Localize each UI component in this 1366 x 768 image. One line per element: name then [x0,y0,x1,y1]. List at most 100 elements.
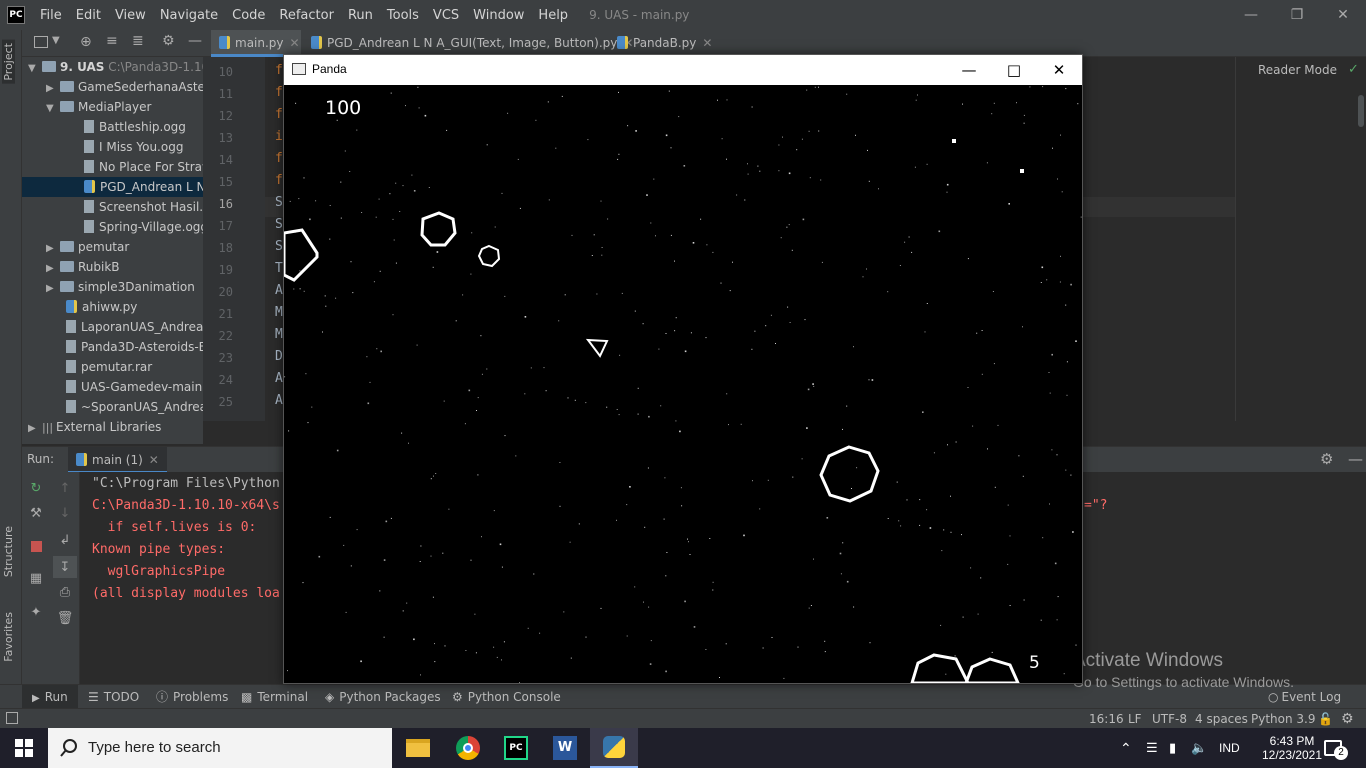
favorites-tool-tab[interactable]: Favorites [2,612,15,662]
menu-code[interactable]: Code [225,8,272,23]
hide-icon[interactable]: — [1348,450,1363,468]
locate-icon[interactable]: ⊕ [80,34,92,50]
problems-tool-button[interactable]: ⓘ Problems [156,685,228,709]
tree-item[interactable]: Battleship.ogg [22,117,203,137]
minimize-button[interactable]: — [1228,0,1274,30]
tree-item[interactable]: Spring-Village.ogg [22,217,203,237]
structure-tool-tab[interactable]: Structure [2,526,15,577]
run-tool-button[interactable]: ▶ Run [22,685,78,709]
restore-button[interactable]: ❐ [1274,0,1320,30]
tree-root[interactable]: ▼ 9. UAS C:\Panda3D-1.10. [28,57,203,77]
menu-window[interactable]: Window [466,8,531,23]
tree-item[interactable]: Screenshot Hasil.pr [22,197,203,217]
menu-view[interactable]: View [108,8,153,23]
tab-pandab[interactable]: PandaB.py ✕ [609,30,712,57]
file-explorer-app[interactable] [394,728,442,768]
lock-icon[interactable]: 🔓 [1318,709,1333,729]
terminal-tool-button[interactable]: ▩ Terminal [241,685,308,709]
tree-item[interactable]: Panda3D-Asteroids-Ext [22,337,203,357]
close-button[interactable]: ✕ [1320,0,1366,30]
language-indicator[interactable]: IND [1219,728,1240,768]
tree-item[interactable]: PGD_Andrean L N A [22,177,203,197]
star [432,596,434,598]
reader-mode-button[interactable]: Reader Mode [1258,63,1337,77]
chevron-up-icon[interactable]: ⌃ [1120,728,1132,768]
file-encoding[interactable]: UTF-8 [1152,709,1187,729]
close-tab-icon[interactable]: ✕ [149,453,159,467]
taskbar-search-box[interactable]: Type here to search [48,728,392,768]
python-packages-tool-button[interactable]: ◈ Python Packages [325,685,441,709]
gear-icon[interactable]: ⚙ [1341,709,1354,729]
todo-tool-button[interactable]: ☰ TODO [88,685,139,709]
network-icon[interactable]: ☰ [1146,728,1158,768]
tree-item[interactable]: pemutar.rar [22,357,203,377]
panda-close-button[interactable]: ✕ [1036,55,1082,85]
arrow-down-icon[interactable]: ↓ [57,505,73,521]
collapse-all-icon[interactable]: ≣ [132,33,144,49]
menu-help[interactable]: Help [531,8,575,23]
tab-main-py[interactable]: main.py ✕ [211,30,301,57]
tree-item[interactable]: UAS-Gamedev-main.zi [22,377,203,397]
wrench-icon[interactable]: ⚒ [28,505,44,521]
notification-center[interactable]: 2 [1324,728,1348,768]
gear-icon[interactable]: ⚙ [162,33,175,49]
close-tab-icon[interactable]: ✕ [702,36,712,50]
soft-wrap-icon[interactable]: ↲ [57,532,73,548]
arrow-up-icon[interactable]: ↑ [57,480,73,496]
chrome-app[interactable] [444,728,492,768]
menu-navigate[interactable]: Navigate [153,8,225,23]
menu-vcs[interactable]: VCS [426,8,466,23]
menu-run[interactable]: Run [341,8,380,23]
tree-item[interactable]: ▶ RubikB [22,257,203,277]
expand-all-icon[interactable]: ≡ [106,33,118,49]
word-app[interactable]: W [541,728,589,768]
indent-setting[interactable]: 4 spaces [1195,709,1248,729]
rerun-icon[interactable]: ↻ [28,480,44,496]
tree-external-libraries[interactable]: ▶ ||| External Libraries [28,417,161,437]
scroll-to-end-icon[interactable]: ↧ [53,556,77,578]
tree-item[interactable]: ahiww.py [22,297,203,317]
pin-icon[interactable]: ✦ [28,604,44,620]
panda-maximize-button[interactable]: □ [991,55,1037,85]
tree-item[interactable]: ▼ MediaPlayer [22,97,203,117]
project-view-icon[interactable] [34,36,48,48]
tree-item[interactable]: ▶ pemutar [22,237,203,257]
print-icon[interactable]: ⎙ [57,584,73,600]
line-separator[interactable]: LF [1128,709,1142,729]
python-console-tool-button[interactable]: ⚙ Python Console [452,685,561,709]
tab-pgd-gui[interactable]: PGD_Andrean L N A_GUI(Text, Image, Butto… [303,30,633,57]
tree-item[interactable]: No Place For Straw [22,157,203,177]
battery-icon[interactable]: ▮ [1169,728,1176,768]
python-interpreter[interactable]: Python 3.9 [1251,709,1316,729]
trash-icon[interactable]: 🗑 [57,610,74,626]
game-viewport[interactable]: 100 5 [284,85,1082,683]
menu-file[interactable]: File [33,8,69,23]
pycharm-app[interactable]: PC [492,728,540,768]
run-tab[interactable]: main (1) ✕ [68,447,167,473]
volume-icon[interactable]: 🔈 [1191,728,1207,768]
menu-tools[interactable]: Tools [380,8,426,23]
caret-position[interactable]: 16:16 [1089,709,1124,729]
panda-window[interactable]: Panda — □ ✕ 100 5 [283,54,1083,684]
editor-scrollbar[interactable] [1358,95,1364,127]
start-button[interactable] [0,728,48,768]
panda-titlebar[interactable]: Panda — □ ✕ [284,55,1082,85]
tree-item[interactable]: ▶GameSederhanaAsteroids [22,77,203,97]
close-tab-icon[interactable]: ✕ [290,36,300,50]
chevron-down-icon[interactable]: ▼ [52,35,60,46]
project-tool-tab[interactable]: Project [2,40,15,84]
clock[interactable]: 6:43 PM 12/23/2021 [1262,728,1322,768]
layout-icon[interactable]: ▦ [28,570,44,586]
toggle-tool-windows-icon[interactable] [6,712,18,724]
python-app[interactable] [590,728,638,768]
hide-icon[interactable]: — [188,33,202,49]
tree-item[interactable]: I Miss You.ogg [22,137,203,157]
gear-icon[interactable]: ⚙ [1320,450,1333,468]
stop-icon[interactable] [28,538,44,554]
menu-edit[interactable]: Edit [69,8,108,23]
menu-refactor[interactable]: Refactor [272,8,341,23]
tree-item[interactable]: ~SporanUAS_Andrean [22,397,203,417]
tree-item[interactable]: LaporanUAS_Andrean L [22,317,203,337]
tree-item[interactable]: ▶ simple3Danimation [22,277,203,297]
panda-minimize-button[interactable]: — [946,55,992,85]
